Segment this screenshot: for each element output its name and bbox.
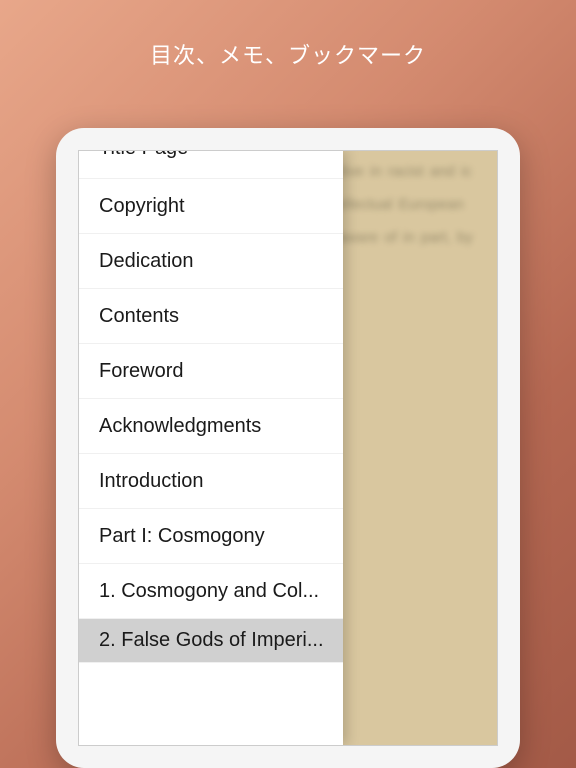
page-title: 目次、メモ、ブックマーク: [150, 38, 426, 70]
toc-item-label: 2. False Gods of Imperi...: [99, 629, 324, 652]
toc-item-contents[interactable]: Contents: [79, 289, 343, 344]
toc-item-label: Foreword: [99, 360, 183, 383]
toc-item-copyright[interactable]: Copyright: [79, 179, 343, 234]
toc-item-label: Introduction: [99, 470, 204, 493]
toc-item-acknowledgments[interactable]: Acknowledgments: [79, 399, 343, 454]
toc-item-foreword[interactable]: Foreword: [79, 344, 343, 399]
toc-item-label: 1. Cosmogony and Col...: [99, 580, 319, 603]
toc-panel: Title Page Copyright Dedication Contents…: [79, 151, 343, 745]
tablet-frame: onrad tics, media, an collective effecti…: [56, 128, 520, 768]
toc-item-label: Acknowledgments: [99, 415, 261, 438]
toc-item-label: Part I: Cosmogony: [99, 525, 265, 548]
toc-item-title-page[interactable]: Title Page: [79, 151, 343, 179]
toc-item-introduction[interactable]: Introduction: [79, 454, 343, 509]
toc-item-chapter-1[interactable]: 1. Cosmogony and Col...: [79, 564, 343, 619]
toc-item-label: Title Page: [99, 151, 188, 160]
toc-item-part-1[interactable]: Part I: Cosmogony: [79, 509, 343, 564]
toc-item-label: Copyright: [99, 195, 185, 218]
toc-item-label: Dedication: [99, 250, 194, 273]
reader-screen: onrad tics, media, an collective effecti…: [78, 150, 498, 746]
toc-item-chapter-2[interactable]: 2. False Gods of Imperi...: [79, 619, 343, 663]
toc-item-label: Contents: [99, 305, 179, 328]
toc-item-dedication[interactable]: Dedication: [79, 234, 343, 289]
page-header: 目次、メモ、ブックマーク: [0, 0, 576, 110]
